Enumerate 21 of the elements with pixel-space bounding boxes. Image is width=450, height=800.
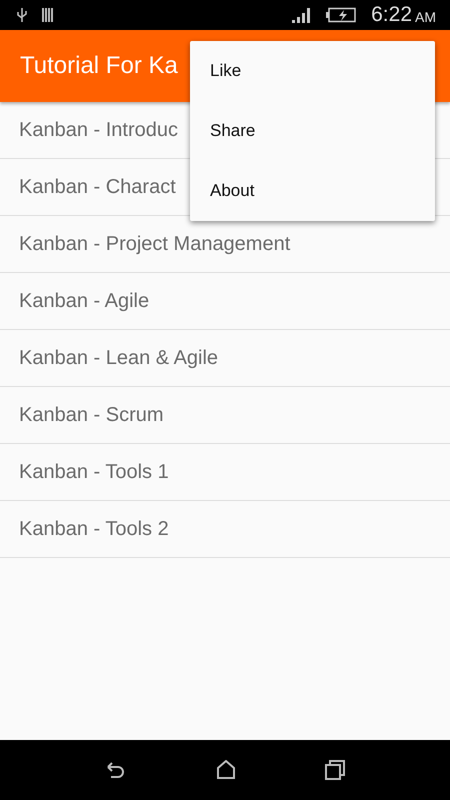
recent-apps-icon[interactable]	[325, 760, 346, 780]
list-item[interactable]: Kanban - Tools 2	[19, 518, 169, 540]
clock-meridiem: AM	[415, 9, 436, 25]
menu-item[interactable]: Like	[190, 41, 435, 101]
back-icon[interactable]	[104, 760, 127, 780]
home-icon[interactable]	[216, 760, 236, 780]
menu-item[interactable]: Share	[190, 101, 435, 161]
list-item[interactable]: Kanban - Tools 1	[19, 460, 169, 484]
list-item[interactable]: Kanban - Agile	[19, 290, 150, 312]
clock-time: 6:22	[371, 3, 412, 27]
list-item[interactable]: Kanban - Project Management	[19, 232, 290, 256]
menu-item[interactable]: About	[190, 161, 435, 221]
barcode-icon	[42, 7, 54, 23]
list-item[interactable]: Kanban - Scrum	[19, 404, 164, 426]
battery-icon	[325, 7, 358, 23]
list-item[interactable]: Kanban - Charact	[19, 176, 176, 198]
app-title: Tutorial For Ka	[20, 52, 178, 80]
list-item[interactable]: Kanban - Lean & Agile	[19, 346, 218, 370]
usb-icon	[16, 7, 28, 23]
list-item[interactable]: Kanban - Introduc	[19, 118, 178, 142]
signal-icon	[291, 7, 312, 23]
